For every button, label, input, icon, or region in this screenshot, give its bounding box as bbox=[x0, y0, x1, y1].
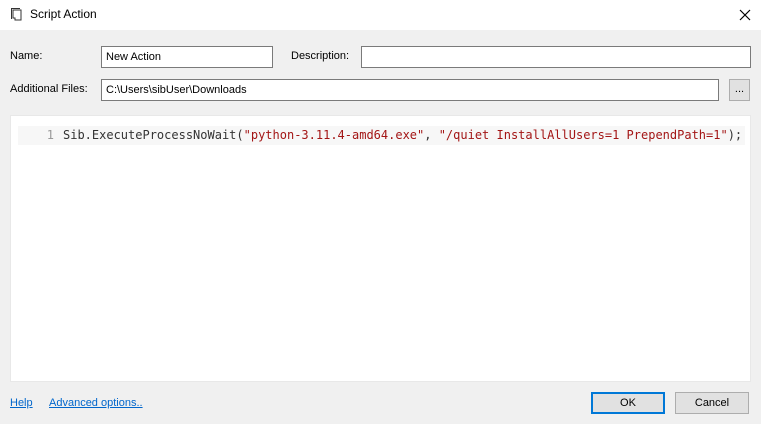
advanced-options-link[interactable]: Advanced options.. bbox=[49, 397, 143, 409]
ok-button[interactable]: OK bbox=[591, 392, 665, 414]
window-title: Script Action bbox=[30, 7, 97, 21]
close-button[interactable] bbox=[729, 0, 761, 30]
script-icon bbox=[11, 8, 22, 21]
description-label: Description: bbox=[291, 50, 350, 62]
additional-files-label: Additional Files: bbox=[10, 83, 88, 95]
line-number: 1 bbox=[46, 128, 54, 142]
additional-files-field[interactable]: C:\Users\sibUser\Downloads bbox=[101, 79, 719, 101]
help-link[interactable]: Help bbox=[10, 397, 33, 409]
name-field[interactable]: New Action bbox=[101, 46, 273, 68]
code-text: Sib.ExecuteProcessNoWait("python-3.11.4-… bbox=[63, 126, 742, 145]
cancel-button[interactable]: Cancel bbox=[675, 392, 749, 414]
description-field[interactable] bbox=[361, 46, 751, 68]
title-bar: Script Action bbox=[0, 0, 761, 30]
close-icon bbox=[739, 9, 751, 21]
code-suffix: ); bbox=[727, 128, 743, 142]
code-separator: , bbox=[424, 128, 439, 142]
code-string-arg1: "python-3.11.4-amd64.exe" bbox=[243, 128, 425, 142]
code-prefix: Sib.ExecuteProcessNoWait( bbox=[63, 128, 244, 142]
browse-button[interactable]: ... bbox=[729, 79, 750, 101]
code-string-arg2: "/quiet InstallAllUsers=1 PrependPath=1" bbox=[438, 128, 728, 142]
script-editor[interactable]: 1 Sib.ExecuteProcessNoWait("python-3.11.… bbox=[10, 115, 751, 382]
code-line: 1 Sib.ExecuteProcessNoWait("python-3.11.… bbox=[18, 126, 745, 145]
name-label: Name: bbox=[10, 50, 43, 62]
